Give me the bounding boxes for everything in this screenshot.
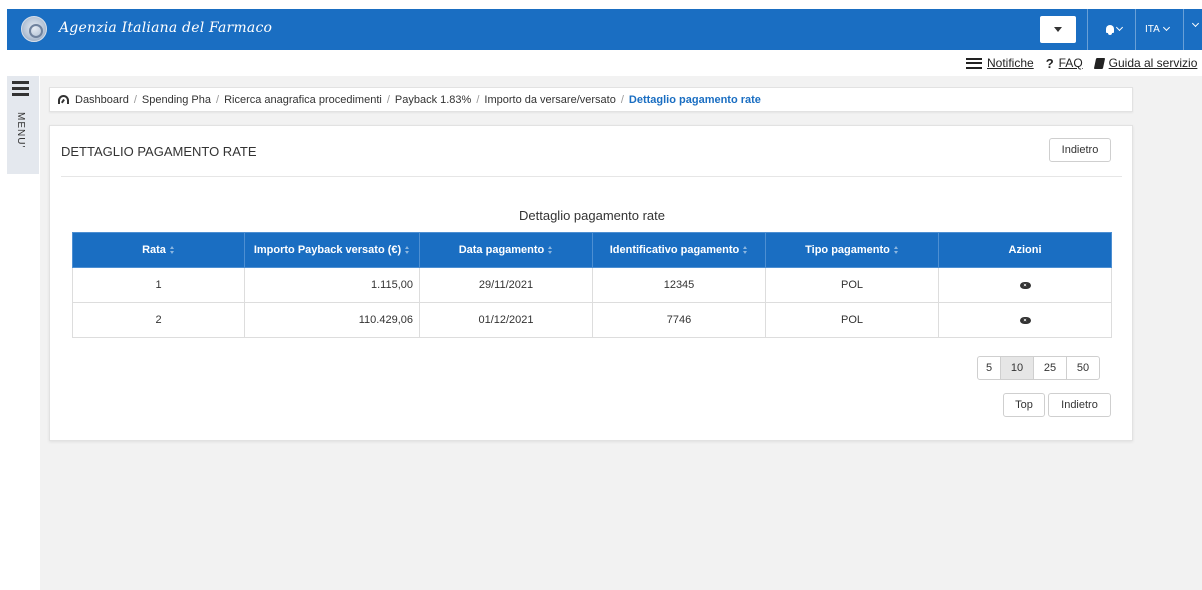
cell-azioni: [938, 302, 1112, 338]
table-row: 1 1.115,00 29/11/2021 12345 POL: [72, 267, 1112, 303]
view-eye-icon[interactable]: [1019, 281, 1031, 289]
breadcrumb-item-payback[interactable]: Payback 1.83%: [395, 94, 471, 106]
page-size-10[interactable]: 10: [1000, 356, 1034, 380]
cell-data: 29/11/2021: [419, 267, 593, 303]
faq-link-label: FAQ: [1058, 56, 1083, 70]
breadcrumb-item-current: Dettaglio pagamento rate: [628, 93, 761, 106]
breadcrumb-separator: /: [620, 93, 624, 106]
breadcrumb-separator: /: [476, 93, 480, 106]
page-title: DETTAGLIO PAGAMENTO RATE: [61, 144, 257, 159]
back-button-bottom[interactable]: Indietro: [1048, 393, 1111, 417]
dashboard-icon: [58, 95, 69, 104]
cell-tipo: POL: [765, 302, 939, 338]
page-size-selector: 5 10 25 50: [977, 356, 1100, 380]
back-button[interactable]: Indietro: [1049, 138, 1111, 162]
breadcrumb-item-spending-pha[interactable]: Spending Pha: [142, 94, 211, 106]
breadcrumb-separator: /: [386, 93, 390, 106]
language-selector[interactable]: ITA: [1145, 19, 1170, 39]
agency-logo-text[interactable]: Agenzia Italiana del Farmaco: [59, 20, 272, 36]
sort-icon: [893, 246, 899, 255]
page-size-25[interactable]: 25: [1033, 356, 1067, 380]
navbar-divider: [1087, 9, 1088, 50]
user-menu-chevron-icon[interactable]: [1191, 19, 1200, 28]
sort-icon: [743, 246, 748, 255]
faq-link[interactable]: ? FAQ: [1046, 56, 1083, 71]
breadcrumb: Dashboard / Spending Pha / Ricerca anagr…: [49, 87, 1133, 112]
breadcrumb-separator: /: [216, 93, 220, 106]
table-header-row: Rata Importo Payback versato (€) Data pa…: [72, 232, 1112, 268]
emblem-logo-icon[interactable]: [21, 16, 47, 42]
top-navbar: Agenzia Italiana del Farmaco ITA: [7, 9, 1202, 50]
column-header-data[interactable]: Data pagamento: [419, 232, 593, 268]
page-size-5[interactable]: 5: [977, 356, 1001, 380]
table-caption: Dettaglio pagamento rate: [519, 208, 665, 223]
notifications-link[interactable]: Notifiche: [966, 56, 1034, 70]
sort-icon: [405, 246, 410, 255]
installments-table: Rata Importo Payback versato (€) Data pa…: [72, 232, 1112, 338]
sort-icon: [548, 246, 553, 255]
hamburger-icon: [12, 81, 29, 96]
column-header-azioni: Azioni: [938, 232, 1112, 268]
detail-panel: DETTAGLIO PAGAMENTO RATE Indietro Dettag…: [49, 125, 1133, 441]
list-icon: [966, 57, 982, 69]
chevron-down-icon: [1162, 23, 1170, 32]
question-icon: ?: [1045, 55, 1054, 71]
help-links-bar: Notifiche ? FAQ Guida al servizio: [966, 55, 1202, 71]
profile-dropdown-button[interactable]: [1040, 16, 1076, 43]
cell-identificativo: 7746: [592, 302, 766, 338]
view-eye-icon[interactable]: [1019, 316, 1031, 324]
cell-azioni: [938, 267, 1112, 303]
breadcrumb-item-dashboard[interactable]: Dashboard: [75, 94, 129, 106]
notifications-menu-button[interactable]: [1097, 19, 1131, 39]
cell-data: 01/12/2021: [419, 302, 593, 338]
caret-down-icon: [1054, 27, 1062, 32]
scroll-top-button[interactable]: Top: [1003, 393, 1045, 417]
column-header-importo[interactable]: Importo Payback versato (€): [244, 232, 420, 268]
cell-rata: 1: [72, 267, 245, 303]
navbar-divider: [1183, 9, 1184, 50]
column-header-identificativo[interactable]: Identificativo pagamento: [592, 232, 766, 268]
cell-importo: 1.115,00: [244, 267, 420, 303]
service-guide-link[interactable]: Guida al servizio: [1093, 56, 1198, 70]
table-row: 2 110.429,06 01/12/2021 7746 POL: [72, 302, 1112, 338]
side-menu-toggle[interactable]: MENU': [7, 76, 39, 174]
breadcrumb-item-ricerca[interactable]: Ricerca anagrafica procedimenti: [224, 94, 382, 106]
page-size-50[interactable]: 50: [1066, 356, 1100, 380]
menu-label: MENU': [15, 112, 26, 149]
breadcrumb-item-importo[interactable]: Importo da versare/versato: [484, 94, 615, 106]
cell-importo: 110.429,06: [244, 302, 420, 338]
service-guide-link-label: Guida al servizio: [1108, 56, 1198, 70]
cell-tipo: POL: [765, 267, 939, 303]
language-label: ITA: [1145, 23, 1160, 35]
chevron-down-icon: [1115, 23, 1124, 32]
sort-icon: [169, 246, 175, 255]
cell-rata: 2: [72, 302, 245, 338]
breadcrumb-separator: /: [133, 93, 137, 106]
column-header-rata[interactable]: Rata: [72, 232, 245, 268]
navbar-divider: [1135, 9, 1136, 50]
cell-identificativo: 12345: [592, 267, 766, 303]
column-header-tipo[interactable]: Tipo pagamento: [765, 232, 939, 268]
bell-icon: [1106, 25, 1114, 35]
panel-divider: [61, 176, 1122, 177]
notifications-link-label: Notifiche: [987, 56, 1034, 70]
book-icon: [1093, 57, 1105, 69]
